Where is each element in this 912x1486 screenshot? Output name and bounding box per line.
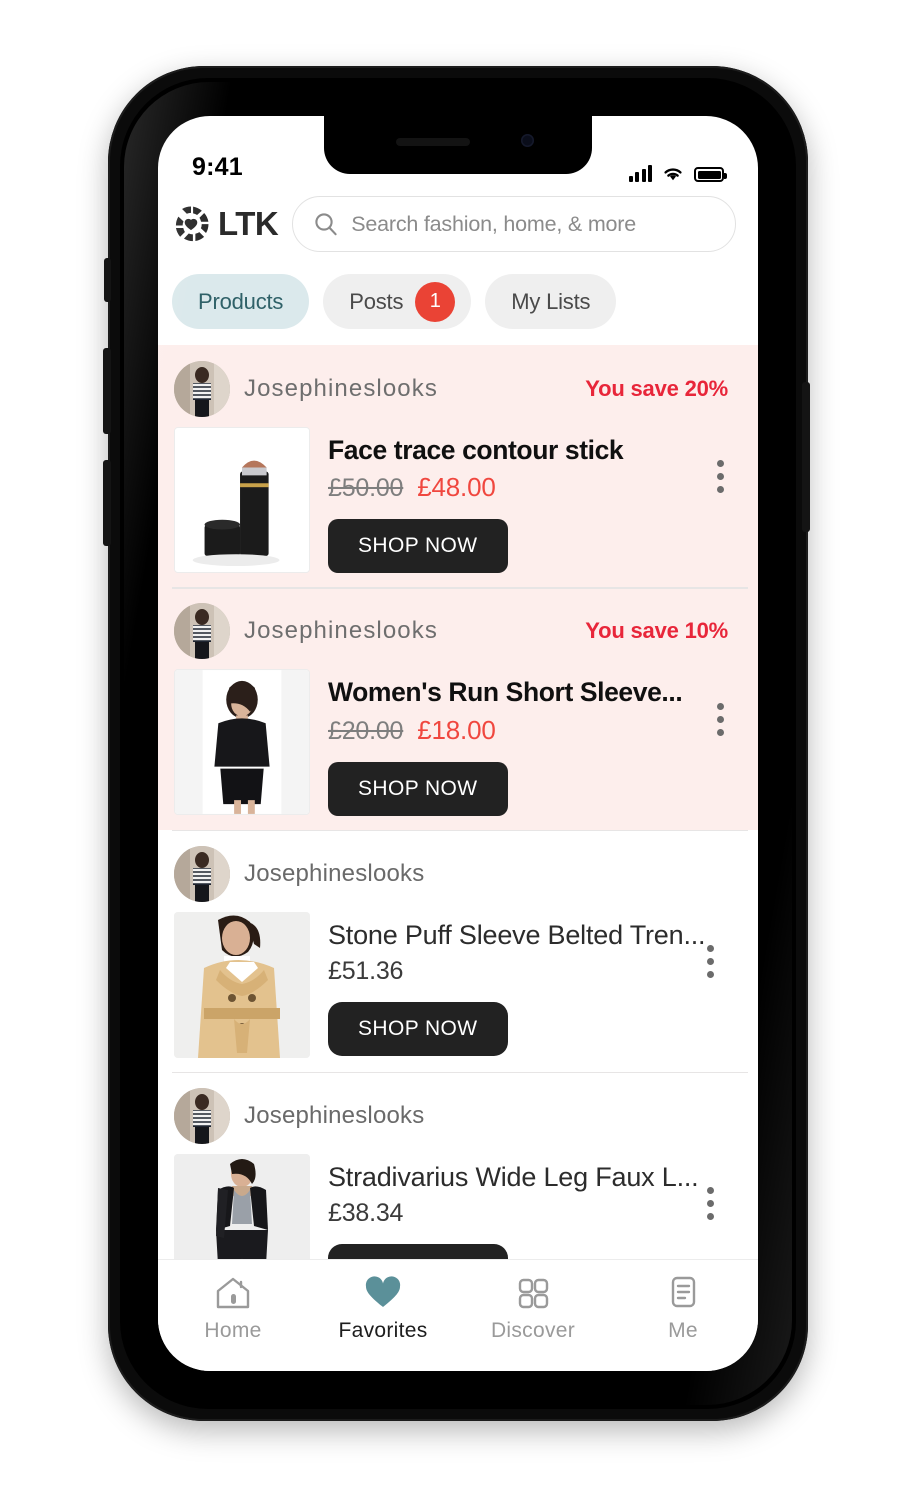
- creator-name[interactable]: Josephineslooks: [244, 860, 714, 888]
- card-header: Josephineslooks You save 20%: [158, 361, 758, 417]
- card-header: Josephineslooks: [158, 1087, 758, 1144]
- status-bar: 9:41: [158, 116, 758, 190]
- creator-avatar-image: [174, 361, 230, 417]
- power-button[interactable]: [802, 382, 810, 532]
- contour-stick-product-image: [175, 428, 309, 572]
- savings-badge: You save 20%: [585, 376, 728, 401]
- creator-avatar-image: [174, 603, 230, 660]
- cellular-bars-icon: [628, 165, 652, 182]
- volume-up-button[interactable]: [103, 348, 111, 434]
- search-input[interactable]: Search fashion, home, & more: [351, 212, 636, 237]
- battery-full-icon: [694, 167, 727, 182]
- posts-count-badge: 1: [415, 281, 456, 322]
- home-icon: [216, 1277, 250, 1309]
- product-thumbnail[interactable]: [174, 669, 310, 816]
- shop-now-button[interactable]: SHOP NOW: [328, 761, 508, 816]
- ltk-aperture-heart-logo: [175, 206, 209, 242]
- avatar[interactable]: [174, 603, 230, 660]
- trench-coat-product-image: [174, 911, 310, 1058]
- card-body: Stone Puff Sleeve Belted Tren... £51.36 …: [158, 902, 758, 1062]
- nav-label-discover: Discover: [490, 1319, 576, 1342]
- grid-squares-icon: [518, 1278, 549, 1309]
- sale-price: £18.00: [417, 714, 496, 745]
- nav-item-home[interactable]: Home: [158, 1274, 308, 1343]
- product-info: Stone Puff Sleeve Belted Tren... £51.36 …: [328, 912, 744, 1056]
- search-icon: [315, 213, 337, 236]
- kebab-menu-icon[interactable]: [717, 702, 724, 736]
- card-header: Josephineslooks: [158, 845, 758, 902]
- shop-now-button[interactable]: SHOP NOW: [328, 1001, 508, 1056]
- price-row: £20.00 £18.00: [328, 715, 744, 746]
- avatar[interactable]: [174, 845, 230, 902]
- nav-item-me[interactable]: Me: [608, 1274, 758, 1343]
- avatar[interactable]: [174, 361, 230, 417]
- tab-posts[interactable]: Posts 1: [323, 274, 472, 329]
- savings-badge: You save 10%: [585, 618, 728, 644]
- ltk-logo-text: LTK: [218, 205, 279, 242]
- product-price: £38.34: [328, 1198, 404, 1227]
- product-thumbnail[interactable]: [174, 911, 310, 1058]
- nav-label-favorites: Favorites: [338, 1319, 428, 1342]
- creator-name[interactable]: Josephineslooks: [244, 375, 571, 403]
- product-title[interactable]: Stradivarius Wide Leg Faux L...: [328, 1162, 744, 1193]
- chip-label-my-lists: My Lists: [511, 288, 591, 314]
- original-price: £50.00: [328, 474, 404, 503]
- search-bar[interactable]: Search fashion, home, & more: [292, 196, 736, 252]
- nav-item-favorites[interactable]: Favorites: [308, 1274, 458, 1343]
- phone-screen: 9:41 LTK Search fashion, home, & more Pr…: [158, 116, 758, 1371]
- kebab-menu-icon[interactable]: [707, 944, 714, 978]
- product-info: Women's Run Short Sleeve... £20.00 £18.0…: [328, 669, 744, 816]
- sale-price: £48.00: [417, 472, 496, 503]
- creator-avatar-image: [174, 1087, 230, 1144]
- favorites-product-feed: Josephineslooks You save 20% Face trace …: [158, 345, 758, 1314]
- mute-switch-button[interactable]: [104, 258, 111, 302]
- tab-products[interactable]: Products: [172, 274, 310, 329]
- product-title[interactable]: Women's Run Short Sleeve...: [328, 677, 744, 707]
- product-title[interactable]: Stone Puff Sleeve Belted Tren...: [328, 920, 744, 951]
- bottom-navigation: Home Favorites Discover Me: [158, 1259, 758, 1371]
- avatar[interactable]: [174, 1087, 230, 1144]
- profile-card-icon: [671, 1276, 696, 1308]
- screenshot-stage: 9:41 LTK Search fashion, home, & more Pr…: [0, 0, 912, 1486]
- creator-name[interactable]: Josephineslooks: [244, 617, 571, 645]
- heart-icon: [365, 1276, 401, 1307]
- nav-label-home: Home: [204, 1319, 262, 1342]
- product-card[interactable]: Josephineslooks: [158, 829, 758, 1072]
- kebab-menu-icon[interactable]: [717, 460, 724, 494]
- card-body: Women's Run Short Sleeve... £20.00 £18.0…: [158, 659, 758, 819]
- product-title[interactable]: Face trace contour stick: [328, 435, 744, 465]
- volume-down-button[interactable]: [103, 460, 111, 546]
- status-icons: [628, 164, 727, 182]
- chip-label-products: Products: [198, 288, 284, 314]
- nav-item-discover[interactable]: Discover: [458, 1274, 608, 1343]
- card-header: Josephineslooks You save 10%: [158, 603, 758, 660]
- filter-chip-row: Products Posts 1 My Lists: [158, 252, 758, 345]
- product-thumbnail[interactable]: [174, 427, 310, 573]
- tab-my-lists[interactable]: My Lists: [485, 274, 617, 329]
- ltk-logo[interactable]: LTK: [172, 205, 279, 243]
- card-body: Face trace contour stick £50.00 £48.00 S…: [158, 417, 758, 577]
- black-tee-product-image: [175, 670, 309, 815]
- product-price: £51.36: [328, 956, 404, 985]
- nav-label-me: Me: [668, 1319, 698, 1342]
- wifi-icon: [664, 168, 682, 181]
- product-card[interactable]: Josephineslooks You save 20% Face trace …: [158, 345, 758, 588]
- creator-avatar-image: [174, 845, 230, 902]
- chip-label-posts: Posts: [349, 288, 404, 314]
- creator-name[interactable]: Josephineslooks: [244, 1102, 714, 1130]
- original-price: £20.00: [328, 716, 404, 745]
- shop-now-button[interactable]: SHOP NOW: [328, 519, 508, 574]
- kebab-menu-icon[interactable]: [707, 1186, 714, 1220]
- price-row: £50.00 £48.00: [328, 472, 744, 503]
- app-header: LTK Search fashion, home, & more: [158, 190, 758, 252]
- product-card[interactable]: Josephineslooks You save 10% Women's Run…: [158, 587, 758, 830]
- status-time: 9:41: [192, 153, 243, 181]
- product-info: Face trace contour stick £50.00 £48.00 S…: [328, 427, 744, 574]
